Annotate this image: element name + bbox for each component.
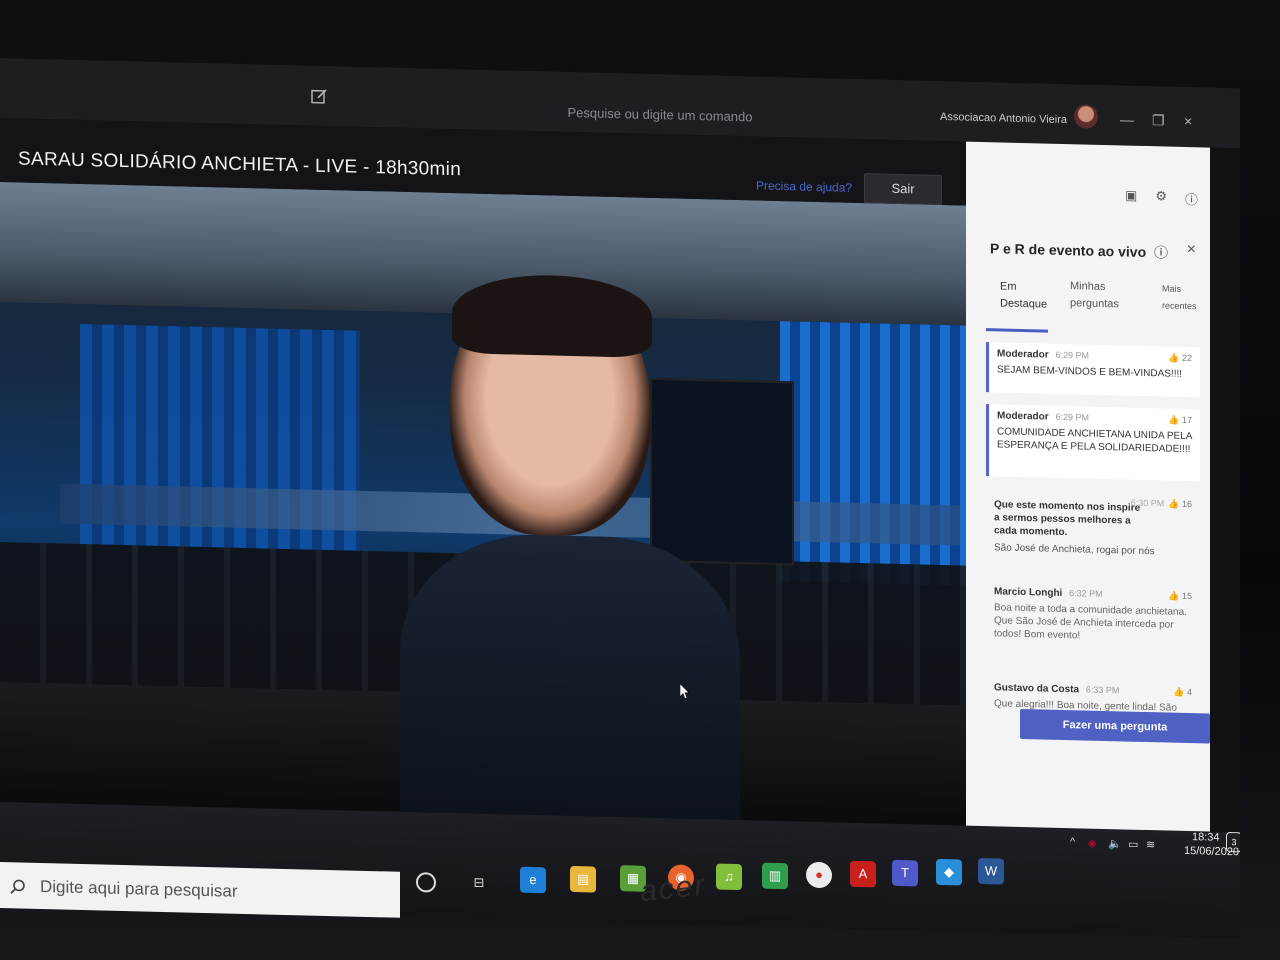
- qa-title-text: P e R de evento ao vivo: [990, 240, 1147, 261]
- presenter-body: [400, 531, 740, 826]
- tab-recent-line2: recentes: [1162, 300, 1197, 312]
- meeting-title: SARAU SOLIDÁRIO ANCHIETA - LIVE - 18h30m…: [18, 148, 462, 181]
- tray-chevron-icon[interactable]: ^: [1070, 836, 1075, 848]
- account-name: Associacao Antonio Vieira: [940, 110, 1067, 127]
- compose-icon[interactable]: [310, 88, 328, 106]
- teams-icon[interactable]: T: [892, 859, 918, 887]
- qa-likes[interactable]: 6:30 PM 👍 16: [1131, 498, 1192, 510]
- word-icon[interactable]: W: [978, 857, 1004, 885]
- qa-time: 6:29 PM: [1055, 349, 1089, 361]
- minimize-button[interactable]: —: [1120, 111, 1134, 127]
- leave-button[interactable]: Sair: [864, 173, 942, 206]
- ask-question-button[interactable]: Fazer uma pergunta: [1020, 708, 1210, 744]
- help-icon[interactable]: ⓘ: [1154, 244, 1168, 260]
- qa-text: Que este momento nos inspire a sermos pe…: [994, 499, 1141, 539]
- qa-time: 6:32 PM: [1069, 588, 1103, 599]
- tab-my-questions[interactable]: Minhas perguntas: [1070, 278, 1119, 313]
- qa-author: Marcio Longhi: [994, 586, 1063, 599]
- pdf-icon[interactable]: A: [850, 860, 876, 888]
- acer-logo: acer: [638, 868, 708, 909]
- qa-like-count: 4: [1186, 687, 1192, 698]
- notification-count: 3: [1231, 837, 1237, 848]
- tab-featured[interactable]: Em Destaque: [1000, 278, 1047, 313]
- tab-featured-line2: Destaque: [1000, 297, 1048, 311]
- qa-author: Moderador: [997, 348, 1049, 361]
- chrome-icon[interactable]: ●: [806, 861, 832, 889]
- remote-desktop-icon[interactable]: ◆: [936, 858, 962, 886]
- qa-likes[interactable]: 👍 15: [1168, 591, 1192, 603]
- qa-time: 6:30 PM: [1130, 497, 1165, 509]
- qa-time: 6:29 PM: [1055, 411, 1089, 423]
- qa-tabs: Em Destaque Minhas perguntas Mais recent…: [986, 276, 1206, 331]
- qa-item[interactable]: Moderador 6:29 PM 👍 22 SEJAM BEM-VINDOS …: [986, 342, 1200, 398]
- close-panel-button[interactable]: ×: [1187, 241, 1196, 259]
- notes-icon[interactable]: ▥: [762, 862, 788, 890]
- maximize-button[interactable]: ❐: [1152, 112, 1165, 129]
- info-icon[interactable]: ⓘ: [1185, 189, 1198, 208]
- volume-icon[interactable]: 🔈: [1108, 837, 1122, 850]
- qa-item[interactable]: 6:30 PM 👍 16 Que este momento nos inspire…: [986, 488, 1200, 574]
- qa-panel-title: P e R de evento ao vivo ⓘ: [990, 238, 1168, 262]
- video-backdrop-screen: [650, 377, 794, 566]
- qa-likes[interactable]: 👍 4: [1173, 687, 1192, 698]
- qa-likes[interactable]: 👍 17: [1168, 415, 1192, 427]
- tab-featured-line1: Em: [1000, 280, 1017, 293]
- close-window-button[interactable]: ×: [1184, 113, 1192, 129]
- task-view-icon[interactable]: ⊟: [466, 869, 492, 896]
- tab-recent[interactable]: Mais recentes: [1162, 280, 1197, 315]
- help-link[interactable]: Precisa de ajuda?: [756, 178, 852, 194]
- video-curtain-right: [780, 321, 968, 586]
- mouse-cursor-icon: [680, 683, 690, 700]
- qa-author: Moderador: [997, 410, 1049, 423]
- qa-text: COMUNIDADE ANCHIETANA UNIDA PELA ESPERAN…: [997, 426, 1192, 456]
- battery-icon[interactable]: ▭: [1128, 838, 1138, 851]
- qa-text: Boa noite a toda a comunidade anchietana…: [994, 602, 1187, 642]
- cortana-icon[interactable]: [416, 872, 436, 893]
- qa-author: Gustavo da Costa: [994, 682, 1080, 696]
- taskbar-search-placeholder: Digite aqui para pesquisar: [40, 876, 238, 901]
- qa-text: SEJAM BEM-VINDOS E BEM-VINDAS!!!!: [997, 364, 1183, 380]
- settings-icon[interactable]: ⚙: [1155, 188, 1167, 207]
- live-video[interactable]: [0, 182, 968, 826]
- qa-like-count: 22: [1181, 352, 1192, 364]
- active-tab-indicator: [986, 328, 1048, 333]
- qa-item[interactable]: Moderador 6:29 PM 👍 17 COMUNIDADE ANCHIE…: [986, 404, 1200, 482]
- chat-icon[interactable]: ▣: [1125, 187, 1137, 206]
- qa-likes[interactable]: 👍 22: [1168, 353, 1192, 365]
- app-icon[interactable]: ♫: [716, 863, 742, 891]
- notification-center-icon[interactable]: 3: [1226, 831, 1240, 853]
- avatar[interactable]: [1074, 104, 1098, 129]
- edge-icon[interactable]: e: [520, 866, 546, 894]
- command-search-input[interactable]: Pesquise ou digite um comando: [480, 98, 840, 133]
- qa-time: 6:33 PM: [1085, 684, 1120, 696]
- tab-recent-line1: Mais: [1162, 283, 1182, 294]
- panel-toolbar: ▣ ⚙ ⓘ: [1125, 187, 1198, 208]
- qa-like-count: 16: [1181, 498, 1192, 510]
- wifi-icon[interactable]: ≋: [1146, 838, 1155, 851]
- file-explorer-icon[interactable]: ▤: [570, 865, 596, 893]
- qa-like-count: 17: [1181, 414, 1192, 426]
- laptop-screen: Pesquise ou digite um comando Associacao…: [0, 58, 1240, 939]
- tab-my-questions-line1: Minhas: [1070, 280, 1106, 294]
- clock-time[interactable]: 18:34: [1192, 831, 1220, 844]
- search-icon: [10, 879, 25, 894]
- antivirus-icon[interactable]: ◈: [1088, 837, 1096, 850]
- qa-like-count: 15: [1181, 590, 1192, 602]
- qa-sub-text: São José de Anchieta, rogai por nós: [994, 542, 1155, 558]
- qa-item[interactable]: Marcio Longhi 6:32 PM 👍 15 Boa noite a t…: [986, 580, 1200, 672]
- tab-my-questions-line2: perguntas: [1070, 297, 1119, 311]
